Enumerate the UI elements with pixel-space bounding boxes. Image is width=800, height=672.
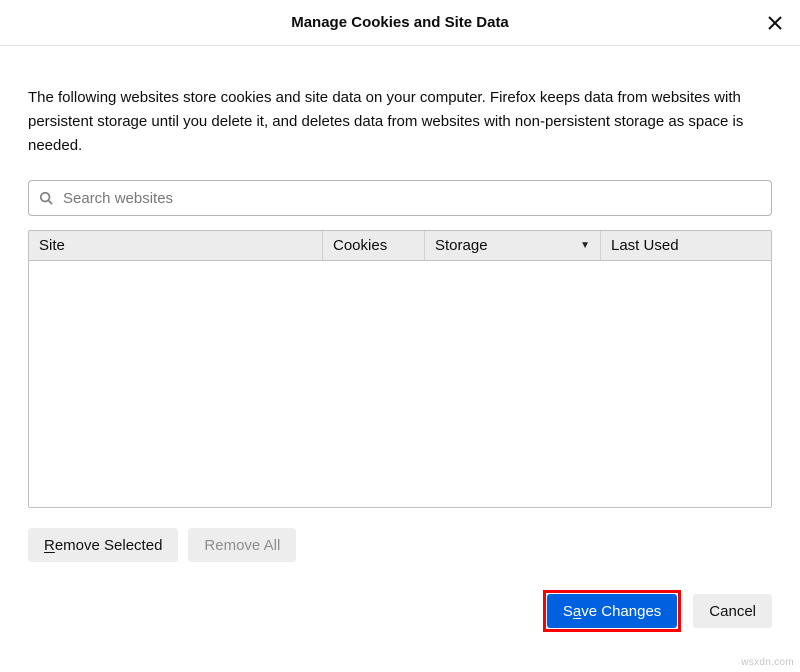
column-last-used-label: Last Used	[611, 237, 679, 254]
save-suffix: ve Changes	[581, 603, 661, 620]
table-header: Site Cookies Storage ▼ Last Used	[29, 231, 771, 261]
column-storage[interactable]: Storage ▼	[425, 231, 601, 260]
table-actions: Remove Selected Remove All	[28, 528, 772, 562]
search-input[interactable]	[61, 189, 761, 208]
intro-text: The following websites store cookies and…	[28, 86, 772, 158]
search-field[interactable]	[28, 180, 772, 216]
column-storage-label: Storage	[435, 237, 488, 254]
dialog-title: Manage Cookies and Site Data	[291, 14, 509, 31]
remove-selected-mnemonic: R	[44, 537, 55, 554]
dialog-titlebar: Manage Cookies and Site Data	[0, 0, 800, 46]
column-site[interactable]: Site	[29, 231, 323, 260]
save-prefix: S	[563, 603, 573, 620]
dialog-footer: Save Changes Cancel	[28, 590, 772, 632]
save-mnemonic: a	[573, 603, 581, 620]
column-site-label: Site	[39, 237, 65, 254]
save-changes-button[interactable]: Save Changes	[547, 594, 677, 628]
save-highlight-box: Save Changes	[543, 590, 681, 632]
sort-desc-icon: ▼	[580, 240, 590, 251]
column-cookies-label: Cookies	[333, 237, 387, 254]
remove-selected-button[interactable]: Remove Selected	[28, 528, 178, 562]
column-cookies[interactable]: Cookies	[323, 231, 425, 260]
remove-selected-rest: emove Selected	[55, 537, 163, 554]
table-body-empty	[29, 261, 771, 507]
dialog-body: The following websites store cookies and…	[0, 46, 800, 652]
watermark: wsxdn.com	[741, 657, 794, 668]
cancel-button[interactable]: Cancel	[693, 594, 772, 628]
close-icon	[768, 16, 782, 30]
close-button[interactable]	[764, 12, 786, 34]
sites-table: Site Cookies Storage ▼ Last Used	[28, 230, 772, 508]
search-icon	[39, 191, 53, 205]
column-last-used[interactable]: Last Used	[601, 231, 771, 260]
remove-all-button[interactable]: Remove All	[188, 528, 296, 562]
